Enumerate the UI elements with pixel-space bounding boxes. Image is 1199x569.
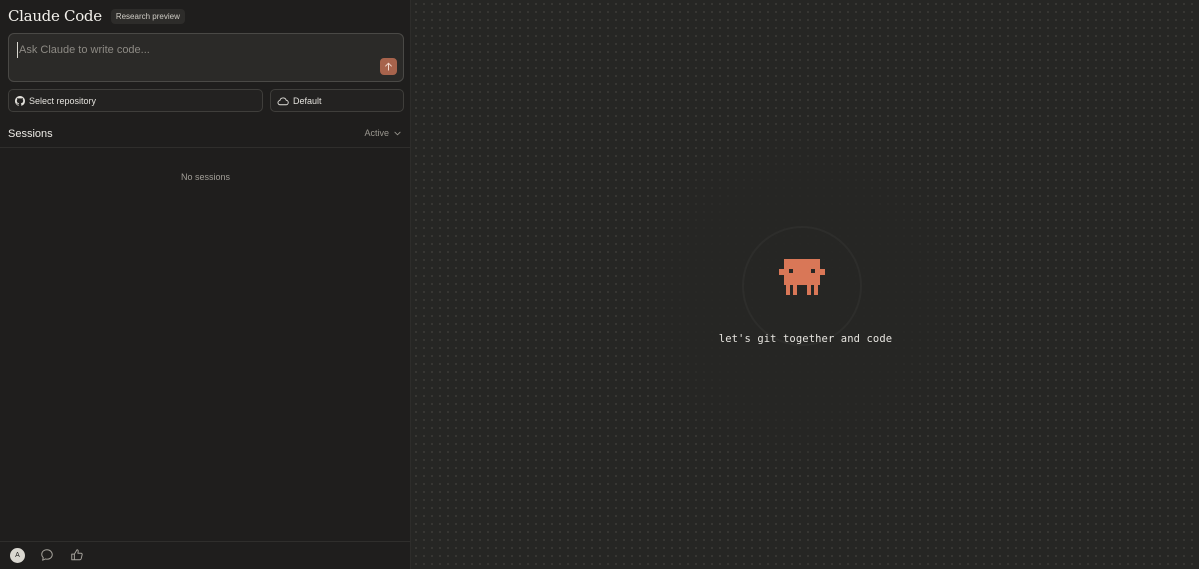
environment-label: Default — [293, 95, 322, 106]
header: Claude Code Research preview — [8, 6, 185, 26]
session-filter-dropdown[interactable]: Active — [364, 128, 401, 138]
right-panel: let's git together and code — [412, 0, 1199, 569]
send-button[interactable] — [380, 58, 397, 75]
prompt-input[interactable] — [17, 42, 377, 58]
sessions-title: Sessions — [8, 128, 53, 140]
github-icon — [15, 95, 25, 106]
environment-button[interactable]: Default — [270, 89, 404, 112]
feedback-icon[interactable] — [70, 548, 84, 562]
avatar[interactable]: A — [10, 548, 25, 563]
session-filter-label: Active — [364, 128, 389, 138]
select-repository-button[interactable]: Select repository — [8, 89, 263, 112]
app-title: Claude Code — [8, 7, 102, 25]
tagline: let's git together and code — [718, 333, 893, 345]
select-repository-label: Select repository — [29, 95, 97, 106]
left-panel: Claude Code Research preview Select repo… — [0, 0, 411, 569]
research-preview-badge: Research preview — [110, 8, 185, 24]
arrow-up-icon — [385, 62, 392, 71]
prompt-box — [8, 33, 404, 82]
no-sessions-text: No sessions — [180, 172, 231, 182]
chat-icon[interactable] — [40, 548, 54, 562]
sessions-header: Sessions Active — [0, 124, 411, 148]
chevron-down-icon — [394, 131, 401, 135]
mascot-icon — [779, 259, 825, 295]
footer: A — [0, 541, 411, 569]
cloud-icon — [277, 97, 289, 105]
